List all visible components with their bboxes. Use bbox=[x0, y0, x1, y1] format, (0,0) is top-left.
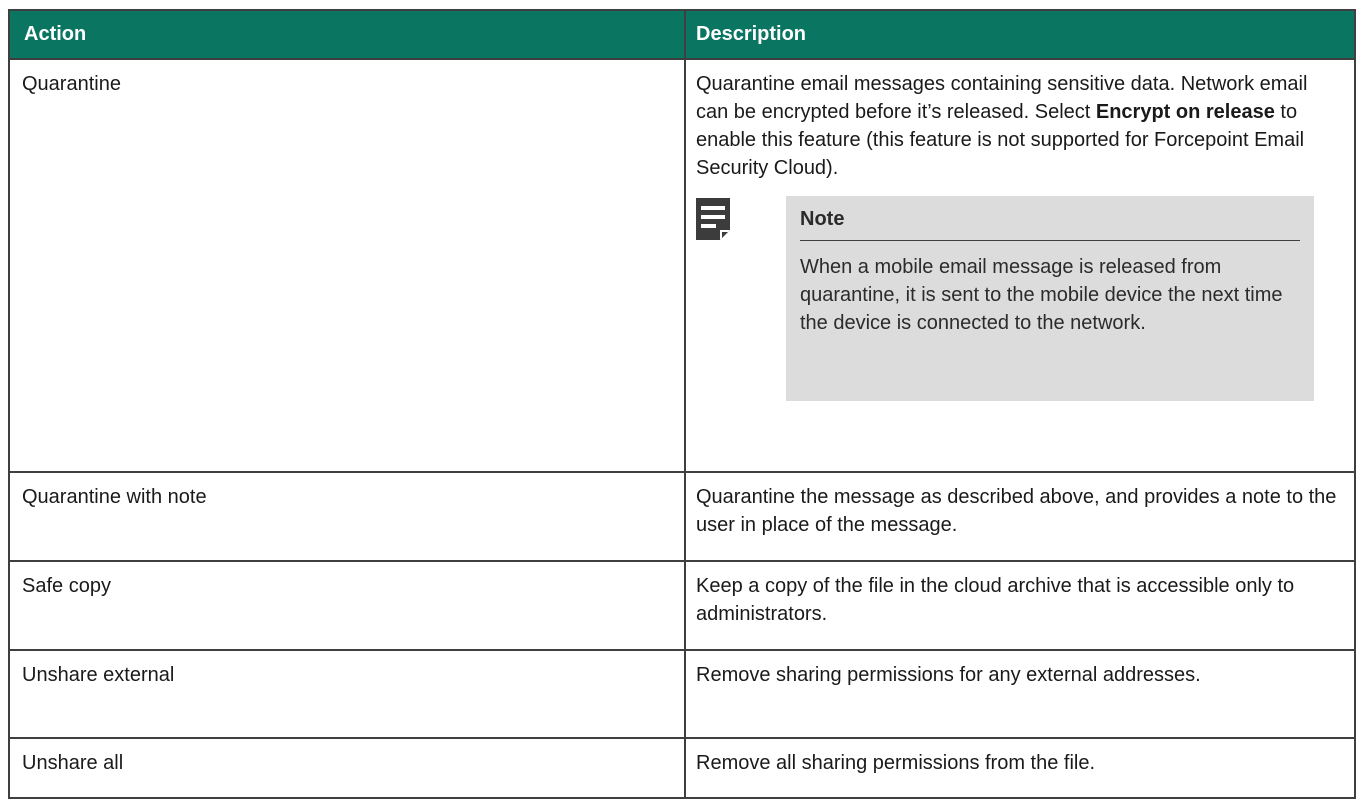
header-action: Action bbox=[8, 9, 686, 60]
header-description: Description bbox=[684, 9, 1356, 60]
table-header-row: Action Description bbox=[8, 9, 1356, 60]
description-cell: Quarantine email messages containing sen… bbox=[684, 57, 1356, 474]
note-block: Note When a mobile email message is rele… bbox=[696, 196, 1344, 401]
note-title: Note bbox=[800, 204, 1300, 241]
table-row: Safe copy Keep a copy of the file in the… bbox=[8, 559, 1356, 651]
note-box: Note When a mobile email message is rele… bbox=[786, 196, 1314, 401]
description-cell: Keep a copy of the file in the cloud arc… bbox=[684, 559, 1356, 651]
action-cell: Safe copy bbox=[8, 559, 686, 651]
table-row: Quarantine Quarantine email messages con… bbox=[8, 57, 1356, 474]
description-text: Quarantine email messages containing sen… bbox=[696, 70, 1344, 182]
action-cell: Quarantine bbox=[8, 57, 686, 474]
description-cell: Quarantine the message as described abov… bbox=[684, 471, 1356, 562]
note-text: When a mobile email message is released … bbox=[800, 256, 1283, 334]
table-row: Unshare external Remove sharing permissi… bbox=[8, 648, 1356, 740]
action-cell: Quarantine with note bbox=[8, 471, 686, 562]
action-cell: Unshare external bbox=[8, 648, 686, 740]
actions-table: Action Description Quarantine Quarantine… bbox=[8, 9, 1356, 799]
description-cell: Remove sharing permissions for any exter… bbox=[684, 648, 1356, 740]
action-cell: Unshare all bbox=[8, 737, 686, 799]
table-row: Unshare all Remove all sharing permissio… bbox=[8, 737, 1356, 799]
description-cell: Remove all sharing permissions from the … bbox=[684, 737, 1356, 799]
table-row: Quarantine with note Quarantine the mess… bbox=[8, 471, 1356, 562]
option-name: Encrypt on release bbox=[1095, 101, 1275, 123]
note-icon bbox=[696, 198, 730, 240]
